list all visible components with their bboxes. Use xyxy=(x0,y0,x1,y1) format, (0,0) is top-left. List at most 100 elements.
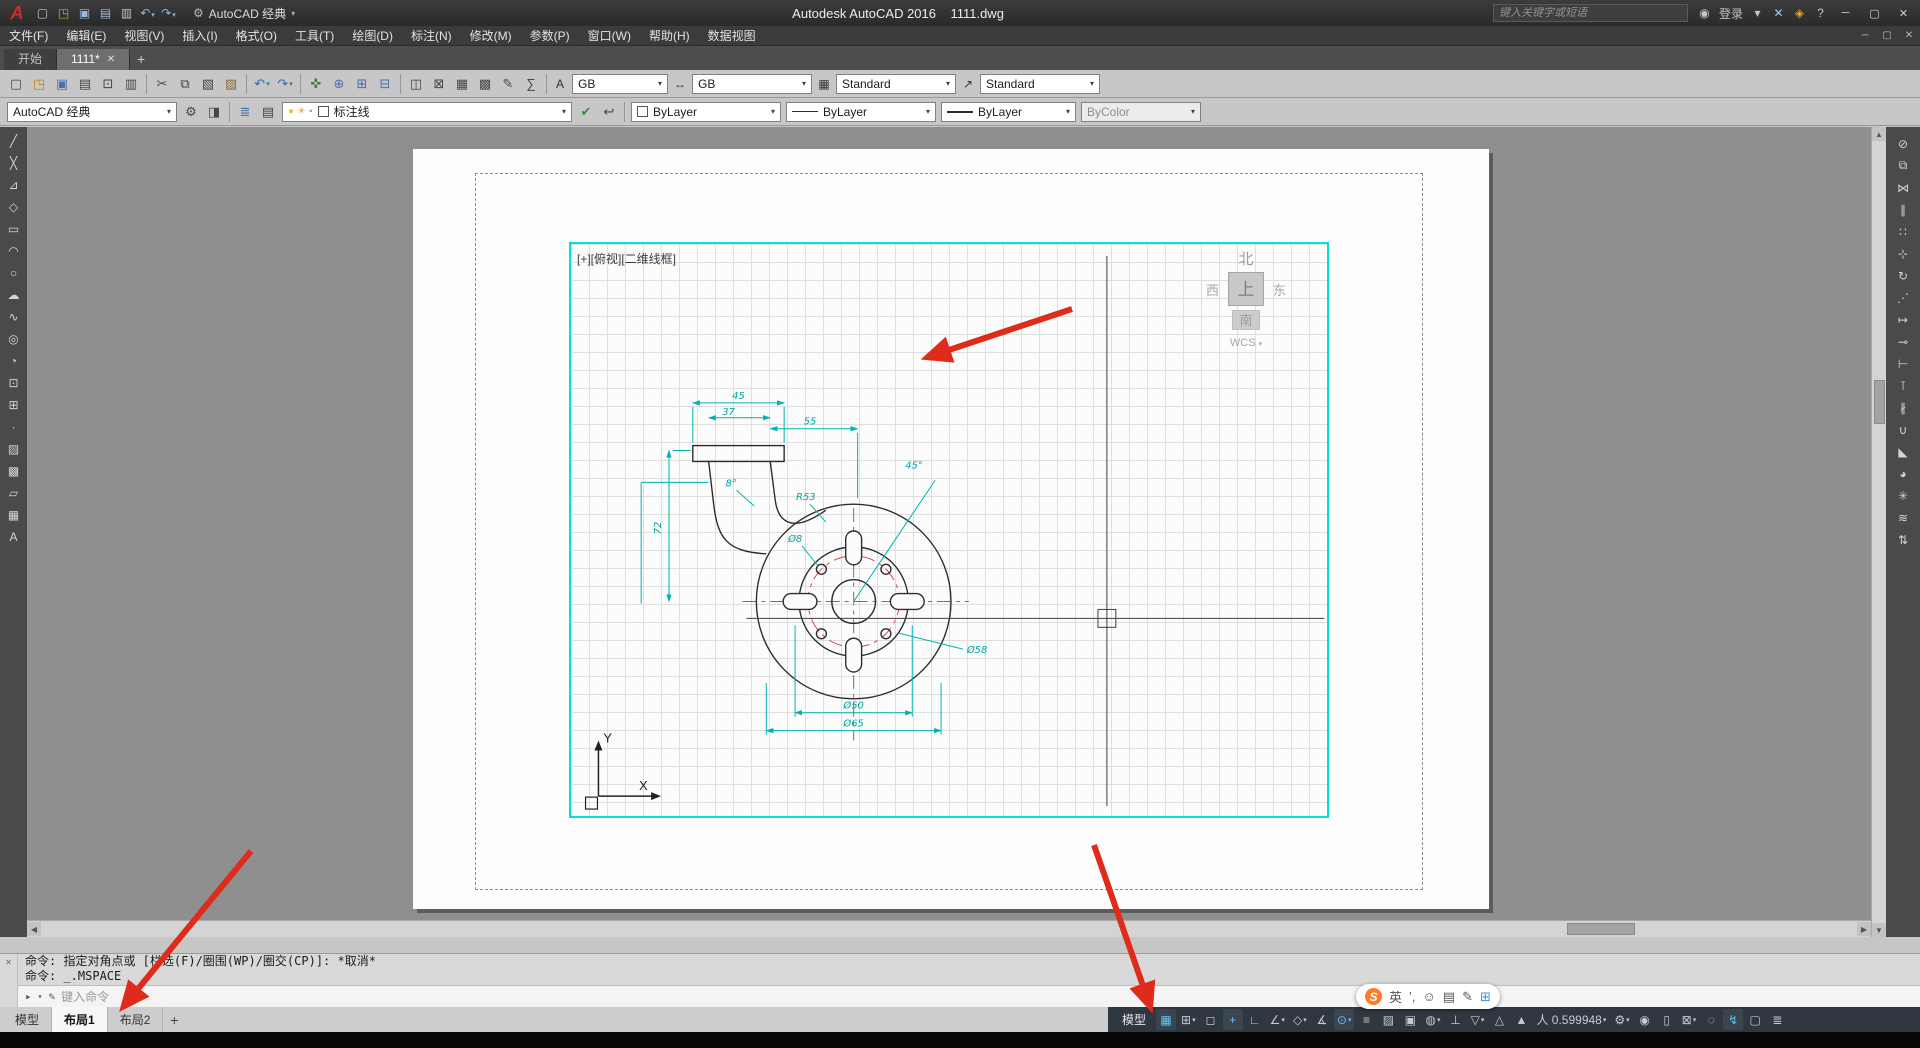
qat-undo-icon[interactable]: ↶▾ xyxy=(137,6,158,20)
array-tool[interactable]: ∷ xyxy=(1892,222,1914,241)
new-drawing-tab-button[interactable]: + xyxy=(130,49,152,70)
text-style-select[interactable]: GB xyxy=(572,74,668,94)
layout-viewport[interactable]: 45 37 55 72 8° R53 xyxy=(569,242,1329,818)
sogou-logo-icon[interactable]: S xyxy=(1365,988,1382,1005)
menu-dimension[interactable]: 标注(N) xyxy=(402,26,461,46)
zoom-previous-button[interactable]: ⊟ xyxy=(374,73,396,95)
point-tool[interactable]: ∙ xyxy=(3,417,25,436)
stretch-tool[interactable]: ↦ xyxy=(1892,310,1914,329)
close-button[interactable]: ✕ xyxy=(1889,2,1918,24)
menu-tools[interactable]: 工具(T) xyxy=(286,26,343,46)
qat-save-icon[interactable]: ▣ xyxy=(74,6,95,20)
lineweight-select[interactable]: ByLayer xyxy=(941,102,1076,122)
trim-tool[interactable]: ⊸ xyxy=(1892,332,1914,351)
tab-layout1[interactable]: 布局1 xyxy=(52,1007,108,1032)
dynamic-input-toggle[interactable]: + xyxy=(1223,1009,1243,1030)
menu-insert[interactable]: 插入(I) xyxy=(173,26,226,46)
ortho-toggle[interactable]: ∟ xyxy=(1245,1009,1265,1030)
polygon-tool[interactable]: ◇ xyxy=(3,197,25,216)
ime-toolbox-icon[interactable]: ⊞ xyxy=(1480,989,1491,1005)
viewcube-north[interactable]: 北 xyxy=(1191,248,1301,269)
markup-button[interactable]: ✎ xyxy=(497,73,519,95)
gradient-tool[interactable]: ▩ xyxy=(3,461,25,480)
blend-tool[interactable]: ≋ xyxy=(1892,508,1914,527)
isometric-drafting-toggle[interactable]: ◇▾ xyxy=(1290,1009,1310,1030)
isolate-objects-button[interactable]: ◌ xyxy=(1701,1009,1721,1030)
menu-dataview[interactable]: 数据视图 xyxy=(699,26,765,46)
scroll-down-arrow[interactable]: ▼ xyxy=(1872,923,1886,937)
dim-style-select[interactable]: GB xyxy=(692,74,812,94)
hatch-tool[interactable]: ▨ xyxy=(3,439,25,458)
viewcube-east[interactable]: 东 xyxy=(1273,280,1286,299)
workspace-switcher[interactable]: ⚙AutoCAD 经典 xyxy=(185,5,303,22)
sign-in-label[interactable]: 登录 xyxy=(1715,5,1747,22)
line-tool[interactable]: ╱ xyxy=(3,131,25,150)
sign-in-dropdown-icon[interactable]: ▾ xyxy=(1747,6,1768,20)
model-space-toggle[interactable]: 模型 xyxy=(1114,1009,1154,1030)
construction-line-tool[interactable]: ╳ xyxy=(3,153,25,172)
horizontal-scrollbar[interactable]: ◀ ▶ xyxy=(27,920,1871,937)
erase-tool[interactable]: ⊘ xyxy=(1892,134,1914,153)
quick-properties-toggle[interactable]: ▯ xyxy=(1657,1009,1677,1030)
move-tool[interactable]: ⊹ xyxy=(1892,244,1914,263)
mtext-tool[interactable]: A xyxy=(3,527,25,546)
menu-draw[interactable]: 绘图(D) xyxy=(343,26,402,46)
viewcube-west[interactable]: 西 xyxy=(1206,280,1219,299)
designcenter-button[interactable]: ⊠ xyxy=(428,73,450,95)
properties-palette-button[interactable]: ◫ xyxy=(405,73,427,95)
polyline-tool[interactable]: ⊿ xyxy=(3,175,25,194)
selection-filter-toggle[interactable]: ▽▾ xyxy=(1467,1009,1487,1030)
scroll-up-arrow[interactable]: ▲ xyxy=(1872,127,1886,141)
command-options-icon[interactable]: ▾ xyxy=(38,992,43,1001)
offset-tool[interactable]: ∥ xyxy=(1892,200,1914,219)
viewcube-top[interactable]: 上 xyxy=(1228,272,1264,306)
ime-skin-icon[interactable]: ✎ xyxy=(1462,989,1473,1005)
object-color-select[interactable]: ByLayer xyxy=(631,102,781,122)
quickcalc-button[interactable]: ∑ xyxy=(520,73,542,95)
layer-states-button[interactable]: ▤ xyxy=(257,101,279,123)
doc-restore-button[interactable]: ▢ xyxy=(1876,30,1898,41)
exchange-apps-icon[interactable]: ✕ xyxy=(1768,6,1789,20)
open-button[interactable]: ◳ xyxy=(28,73,50,95)
tool-palettes-button[interactable]: ▦ xyxy=(451,73,473,95)
linetype-select[interactable]: ByLayer xyxy=(786,102,936,122)
menu-view[interactable]: 视图(V) xyxy=(115,26,173,46)
new-layout-button[interactable]: + xyxy=(163,1007,185,1032)
restore-button[interactable]: ▢ xyxy=(1860,2,1889,24)
sign-in-avatar-icon[interactable]: ◉ xyxy=(1694,6,1715,20)
explode-tool[interactable]: ✳ xyxy=(1892,486,1914,505)
tab-layout2[interactable]: 布局2 xyxy=(108,1007,164,1032)
layer-select[interactable]: ●☀◦ 标注线 xyxy=(282,102,572,122)
menu-window[interactable]: 窗口(W) xyxy=(579,26,640,46)
break-at-point-tool[interactable]: ⊺ xyxy=(1892,376,1914,395)
scroll-left-arrow[interactable]: ◀ xyxy=(27,922,41,936)
graphics-performance-toggle[interactable]: ↯ xyxy=(1723,1009,1743,1030)
plot-preview-button[interactable]: ⊡ xyxy=(97,73,119,95)
horizontal-scroll-thumb[interactable] xyxy=(1567,923,1635,935)
new-button[interactable]: ▢ xyxy=(5,73,27,95)
tab-document-1111[interactable]: 1111*✕ xyxy=(57,49,130,70)
viewcube[interactable]: 北 西 上 东 南 WCS xyxy=(1191,248,1301,349)
tab-close-icon[interactable]: ✕ xyxy=(107,49,115,70)
qat-redo-icon[interactable]: ↷▾ xyxy=(158,6,179,20)
undo-button[interactable]: ↶▾ xyxy=(251,73,273,95)
minimize-button[interactable]: ─ xyxy=(1831,2,1860,24)
join-tool[interactable]: ∪ xyxy=(1892,420,1914,439)
menu-modify[interactable]: 修改(M) xyxy=(461,26,521,46)
fillet-tool[interactable]: ◕ xyxy=(1892,464,1914,483)
viewcube-south[interactable]: 南 xyxy=(1232,310,1260,330)
table-tool[interactable]: ▦ xyxy=(3,505,25,524)
paste-button[interactable]: ▧ xyxy=(197,73,219,95)
publish-button[interactable]: ▥ xyxy=(120,73,142,95)
vertical-scroll-thumb[interactable] xyxy=(1874,380,1885,424)
spline-tool[interactable]: ∿ xyxy=(3,307,25,326)
menu-help[interactable]: 帮助(H) xyxy=(640,26,699,46)
object-snap-toggle[interactable]: ⊙▾ xyxy=(1334,1009,1355,1030)
plot-button[interactable]: ▤ xyxy=(74,73,96,95)
viewport-controls-label[interactable]: [+][俯视][二维线框] xyxy=(577,250,676,267)
cut-button[interactable]: ✂ xyxy=(151,73,173,95)
circle-tool[interactable]: ○ xyxy=(3,263,25,282)
object-snap-tracking-toggle[interactable]: ∡ xyxy=(1312,1009,1332,1030)
layer-properties-manager-button[interactable]: ≣ xyxy=(234,101,256,123)
region-tool[interactable]: ▱ xyxy=(3,483,25,502)
